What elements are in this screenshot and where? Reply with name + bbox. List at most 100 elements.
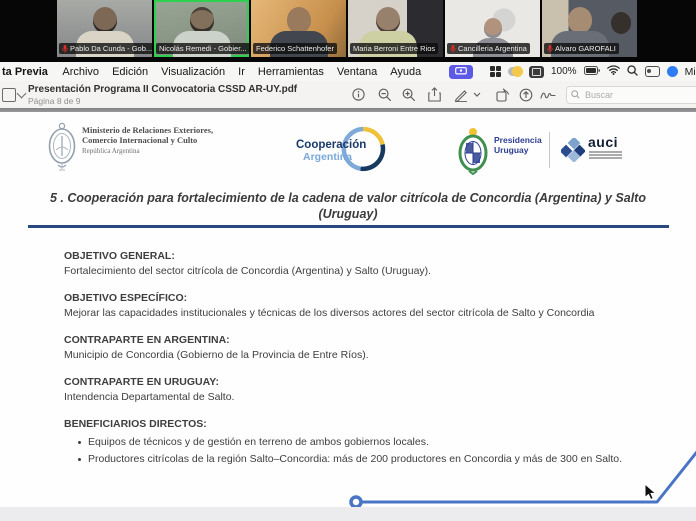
section-heading: CONTRAPARTE EN ARGENTINA:: [64, 333, 660, 348]
menu-archivo[interactable]: Archivo: [56, 66, 106, 78]
participant-name: Alvaro GAROFALI: [555, 44, 616, 53]
markup-chevron-down-icon[interactable]: [472, 87, 482, 102]
rotate-icon[interactable]: [495, 87, 511, 102]
ministry-line3: República Argentina: [82, 147, 213, 155]
grid-icon[interactable]: [490, 66, 501, 77]
section-heading: OBJETIVO GENERAL:: [64, 249, 660, 264]
cooperacion-argentina-logo: Cooperación Argentina: [296, 130, 388, 176]
screen: Pablo Da Cunda - Gob... Nicolás Remedi -…: [0, 0, 696, 521]
ministry-line2: Comercio Internacional y Culto: [82, 136, 213, 146]
participant-name: Pablo Da Cunda - Gob...: [70, 44, 152, 53]
mouse-cursor-icon: [644, 483, 657, 506]
search-field-container: [566, 86, 696, 104]
participant-name: Nicolás Remedi - Gobier...: [159, 44, 247, 53]
participant-tile[interactable]: Federico Schattenhofer: [251, 0, 346, 57]
section-body: Intendencia Departamental de Salto.: [64, 390, 660, 405]
participant-name-tag: Alvaro GAROFALI: [544, 43, 619, 54]
highlight-icon[interactable]: [518, 87, 534, 102]
wifi-icon[interactable]: [607, 65, 620, 78]
participant-name-tag: Pablo Da Cunda - Gob...: [59, 43, 152, 54]
toggle-icon[interactable]: [508, 67, 522, 76]
participant-name-tag: Maria Berroni Entre Rios: [350, 43, 438, 54]
slide-title-line1: 5 . Cooperación para fortalecimiento de …: [28, 190, 668, 206]
participant-tile[interactable]: Cancilleria Argentina: [445, 0, 540, 57]
auci-subtext-lines: [589, 151, 622, 160]
zoom-out-icon[interactable]: [377, 87, 393, 102]
muted-mic-icon: [62, 45, 68, 53]
menu-bar: ta Previa Archivo Edición Visualización …: [0, 62, 696, 82]
sidebar-toggle-icon[interactable]: [2, 88, 16, 102]
info-icon[interactable]: [350, 87, 366, 102]
page-indicator: Página 8 de 9: [28, 96, 297, 106]
video-strip: Pablo Da Cunda - Gob... Nicolás Remedi -…: [0, 0, 696, 62]
menu-status-area: 100% Mié 2: [490, 62, 696, 81]
section-body: Fortalecimiento del sector citrícola de …: [64, 264, 660, 279]
pdf-page: Ministerio de Relaciones Exteriores, Com…: [0, 112, 696, 507]
chevron-down-icon[interactable]: [17, 89, 27, 99]
section-heading: OBJETIVO ESPECÍFICO:: [64, 291, 660, 306]
section-objetivo-general: OBJETIVO GENERAL: Fortalecimiento del se…: [64, 249, 660, 279]
screen-share-indicator-icon[interactable]: [449, 65, 473, 79]
participant-silhouette: [611, 12, 631, 34]
signature-icon[interactable]: [540, 87, 556, 102]
document-title: Presentación Programa II Convocatoria CS…: [28, 84, 297, 95]
auci-pinwheel-icon: [561, 138, 585, 167]
title-underline-rule: [28, 225, 669, 228]
section-contraparte-argentina: CONTRAPARTE EN ARGENTINA: Municipio de C…: [64, 333, 660, 363]
menu-ventana[interactable]: Ventana: [330, 66, 383, 78]
blue-dot-icon[interactable]: [667, 66, 678, 77]
cooperacion-word: Cooperación: [296, 139, 366, 151]
section-objetivo-especifico: OBJETIVO ESPECÍFICO: Mejorar las capacid…: [64, 291, 660, 321]
ministry-logo-text: Ministerio de Relaciones Exteriores, Com…: [82, 126, 213, 155]
presidencia-uruguay-text: Presidencia Uruguay: [494, 136, 542, 155]
participant-silhouette: [93, 7, 117, 33]
menu-visualizacion[interactable]: Visualización: [155, 66, 232, 78]
share-icon[interactable]: [426, 87, 442, 102]
menu-ir[interactable]: Ir: [232, 66, 252, 78]
zoom-in-icon[interactable]: [401, 87, 417, 102]
participant-silhouette: [287, 7, 311, 33]
control-center-icon[interactable]: [645, 66, 660, 77]
participant-name: Federico Schattenhofer: [256, 44, 334, 53]
menu-herramientas[interactable]: Herramientas: [251, 66, 330, 78]
participant-name-tag: Nicolás Remedi - Gobier...: [156, 43, 249, 54]
markup-pencil-icon[interactable]: [453, 87, 469, 102]
section-heading: BENEFICIARIOS DIRECTOS:: [64, 417, 660, 432]
slide-title: 5 . Cooperación para fortalecimiento de …: [28, 190, 668, 222]
participant-silhouette: [568, 7, 592, 33]
battery-icon: [584, 66, 600, 78]
participant-tile[interactable]: Pablo Da Cunda - Gob...: [57, 0, 152, 57]
participant-tile-active-speaker[interactable]: Nicolás Remedi - Gobier...: [154, 0, 249, 57]
presidencia-line2: Uruguay: [494, 146, 542, 156]
preview-background-strip: [0, 507, 696, 521]
menu-clock[interactable]: Mié 2: [685, 66, 696, 78]
argentina-coat-of-arms-logo: [46, 120, 78, 181]
section-body: Mejorar las capacidades institucionales …: [64, 306, 660, 321]
menu-ayuda[interactable]: Ayuda: [384, 66, 428, 78]
participant-name-tag: Cancilleria Argentina: [447, 43, 530, 54]
uruguay-coat-of-arms-logo: [456, 125, 490, 180]
slide-title-line2: (Uruguay): [28, 206, 668, 222]
participant-silhouette: [190, 7, 214, 33]
participant-silhouette: [376, 7, 400, 33]
bullet-dot: [78, 441, 81, 444]
participant-name: Cancilleria Argentina: [458, 44, 527, 53]
logo-divider: [549, 132, 550, 168]
preview-toolbar: Presentación Programa II Convocatoria CS…: [0, 81, 696, 108]
keyboard-input-icon[interactable]: [529, 66, 544, 78]
participant-tile[interactable]: Maria Berroni Entre Rios: [348, 0, 443, 57]
muted-mic-icon: [450, 45, 456, 53]
search-icon: [571, 86, 580, 104]
search-input[interactable]: [583, 89, 696, 101]
participant-silhouette: [484, 18, 502, 38]
app-menu-vista-previa[interactable]: ta Previa: [2, 66, 48, 78]
muted-mic-icon: [547, 45, 553, 53]
bullet-dot: [78, 458, 81, 461]
spotlight-search-icon[interactable]: [627, 65, 638, 79]
participant-tile[interactable]: Alvaro GAROFALI: [542, 0, 637, 57]
slide-decorative-line: [340, 442, 696, 512]
section-heading: CONTRAPARTE EN URUGUAY:: [64, 375, 660, 390]
menu-edicion[interactable]: Edición: [106, 66, 155, 78]
section-body: Municipio de Concordia (Gobierno de la P…: [64, 348, 660, 363]
document-title-block: Presentación Programa II Convocatoria CS…: [28, 84, 297, 106]
